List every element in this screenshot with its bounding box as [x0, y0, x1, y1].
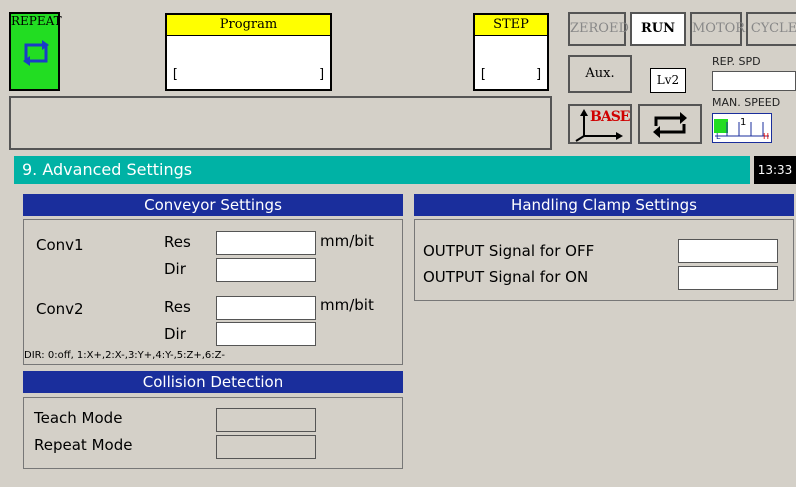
- output-off-input[interactable]: [678, 239, 778, 263]
- rep-spd-label: REP. SPD: [712, 55, 761, 68]
- title-bar: 9. Advanced Settings: [14, 156, 750, 184]
- man-speed-low: L: [716, 132, 721, 141]
- man-speed-high: H: [763, 132, 770, 141]
- step-panel[interactable]: STEP [ ]: [473, 13, 549, 91]
- conveyor-settings-panel: Conv1 Res mm/bit Dir Conv2 Res mm/bit Di…: [23, 219, 403, 365]
- step-bracket-right: ]: [535, 67, 543, 82]
- handling-clamp-panel: OUTPUT Signal for OFF OUTPUT Signal for …: [414, 219, 794, 301]
- mode-zeroed-button[interactable]: ZEROED: [568, 12, 629, 46]
- rep-spd-field[interactable]: [712, 71, 796, 91]
- program-bracket-left: [: [171, 67, 179, 82]
- conv1-dir-input[interactable]: [216, 258, 316, 282]
- output-off-label: OUTPUT Signal for OFF: [423, 242, 595, 260]
- handling-clamp-header: Handling Clamp Settings: [414, 194, 794, 216]
- conv2-dir-input[interactable]: [216, 322, 316, 346]
- cycle-toggle-button[interactable]: [638, 104, 702, 144]
- conv2-res-label: Res: [164, 298, 191, 316]
- program-panel[interactable]: Program [ ]: [165, 13, 332, 91]
- man-speed-value: 1: [740, 117, 747, 128]
- repeat-mode-field[interactable]: [216, 435, 316, 459]
- program-bracket-right: ]: [318, 67, 326, 82]
- output-on-label: OUTPUT Signal for ON: [423, 268, 589, 286]
- teach-mode-label: Teach Mode: [34, 409, 123, 427]
- conv2-unit-label: mm/bit: [320, 296, 374, 314]
- conv2-dir-label: Dir: [164, 325, 186, 343]
- message-box: [9, 96, 552, 150]
- coordinate-base-button[interactable]: BASE: [568, 104, 632, 144]
- output-on-input[interactable]: [678, 266, 778, 290]
- conv1-unit-label: mm/bit: [320, 232, 374, 250]
- conv1-label: Conv1: [36, 236, 84, 254]
- base-label: BASE: [590, 109, 630, 125]
- teach-mode-field[interactable]: [216, 408, 316, 432]
- collision-detection-header: Collision Detection: [23, 371, 403, 393]
- conv1-res-label: Res: [164, 233, 191, 251]
- step-title: STEP: [475, 15, 547, 36]
- clock: 13:33: [754, 156, 796, 184]
- page-title: 9. Advanced Settings: [22, 160, 193, 179]
- mode-cycle-button[interactable]: CYCLE: [746, 12, 796, 46]
- dir-hint: DIR: 0:off, 1:X+,2:X-,3:Y+,4:Y-,5:Z+,6:Z…: [24, 350, 225, 361]
- man-speed-gauge[interactable]: 1 L H: [712, 113, 772, 143]
- repeat-button[interactable]: REPEAT: [9, 12, 62, 91]
- conv2-label: Conv2: [36, 300, 84, 318]
- repeat-mode-label: Repeat Mode: [34, 436, 133, 454]
- swap-arrows-icon: [653, 112, 687, 138]
- step-bracket-left: [: [479, 67, 487, 82]
- conv1-dir-label: Dir: [164, 260, 186, 278]
- conveyor-settings-header: Conveyor Settings: [23, 194, 403, 216]
- repeat-icon: [23, 40, 49, 66]
- level-indicator: Lv2: [650, 68, 686, 93]
- repeat-label: REPEAT: [11, 14, 62, 28]
- collision-detection-panel: Teach Mode Repeat Mode: [23, 397, 403, 469]
- aux-button[interactable]: Aux.: [568, 55, 632, 93]
- mode-motor-button[interactable]: MOTOR: [690, 12, 745, 46]
- conv2-res-input[interactable]: [216, 296, 316, 320]
- program-title: Program: [167, 15, 330, 36]
- man-speed-label: MAN. SPEED: [712, 96, 781, 109]
- mode-run-button[interactable]: RUN: [630, 12, 686, 46]
- conv1-res-input[interactable]: [216, 231, 316, 255]
